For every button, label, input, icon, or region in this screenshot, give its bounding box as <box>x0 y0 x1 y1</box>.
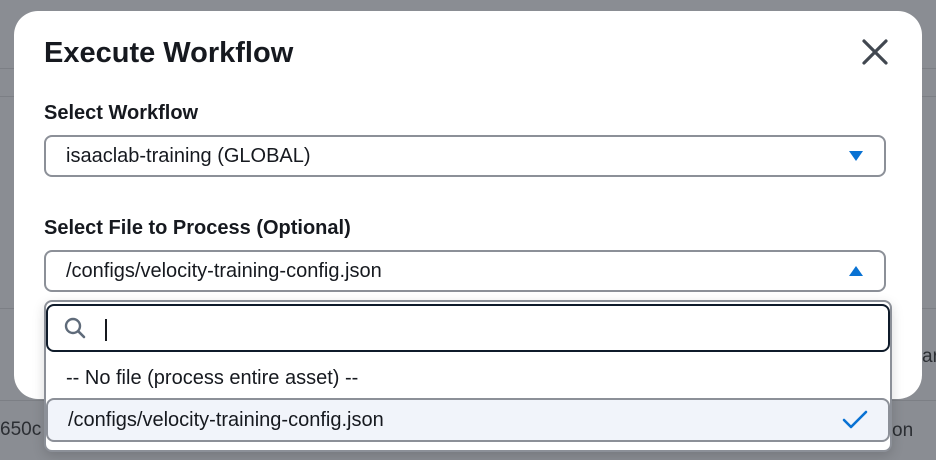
close-icon <box>862 39 888 65</box>
option-label: -- No file (process entire asset) -- <box>66 366 359 389</box>
file-search-input[interactable] <box>102 315 872 341</box>
check-icon <box>842 410 868 429</box>
option-label: /configs/velocity-training-config.json <box>68 408 384 431</box>
bg-text-fragment: on <box>892 420 914 441</box>
file-select-value: /configs/velocity-training-config.json <box>66 259 382 282</box>
caret-up-icon <box>849 266 863 276</box>
workflow-select-value: isaaclab-training (GLOBAL) <box>66 144 311 167</box>
workflow-field-label: Select Workflow <box>44 102 199 124</box>
close-button[interactable] <box>858 35 892 69</box>
bg-text-fragment: ar <box>922 346 936 367</box>
file-option-none[interactable]: -- No file (process entire asset) -- <box>46 356 890 400</box>
file-field-label: Select File to Process (Optional) <box>44 217 351 239</box>
text-cursor <box>105 319 107 341</box>
file-dropdown-panel: -- No file (process entire asset) -- /co… <box>44 300 892 452</box>
modal-title: Execute Workflow <box>44 37 294 69</box>
file-option-velocity-config[interactable]: /configs/velocity-training-config.json <box>46 398 890 442</box>
caret-down-icon <box>849 151 863 161</box>
file-search-box[interactable] <box>46 304 890 352</box>
search-icon <box>64 317 86 339</box>
file-select[interactable]: /configs/velocity-training-config.json <box>44 250 886 292</box>
bg-text-fragment: 650c <box>0 419 42 440</box>
workflow-select[interactable]: isaaclab-training (GLOBAL) <box>44 135 886 177</box>
